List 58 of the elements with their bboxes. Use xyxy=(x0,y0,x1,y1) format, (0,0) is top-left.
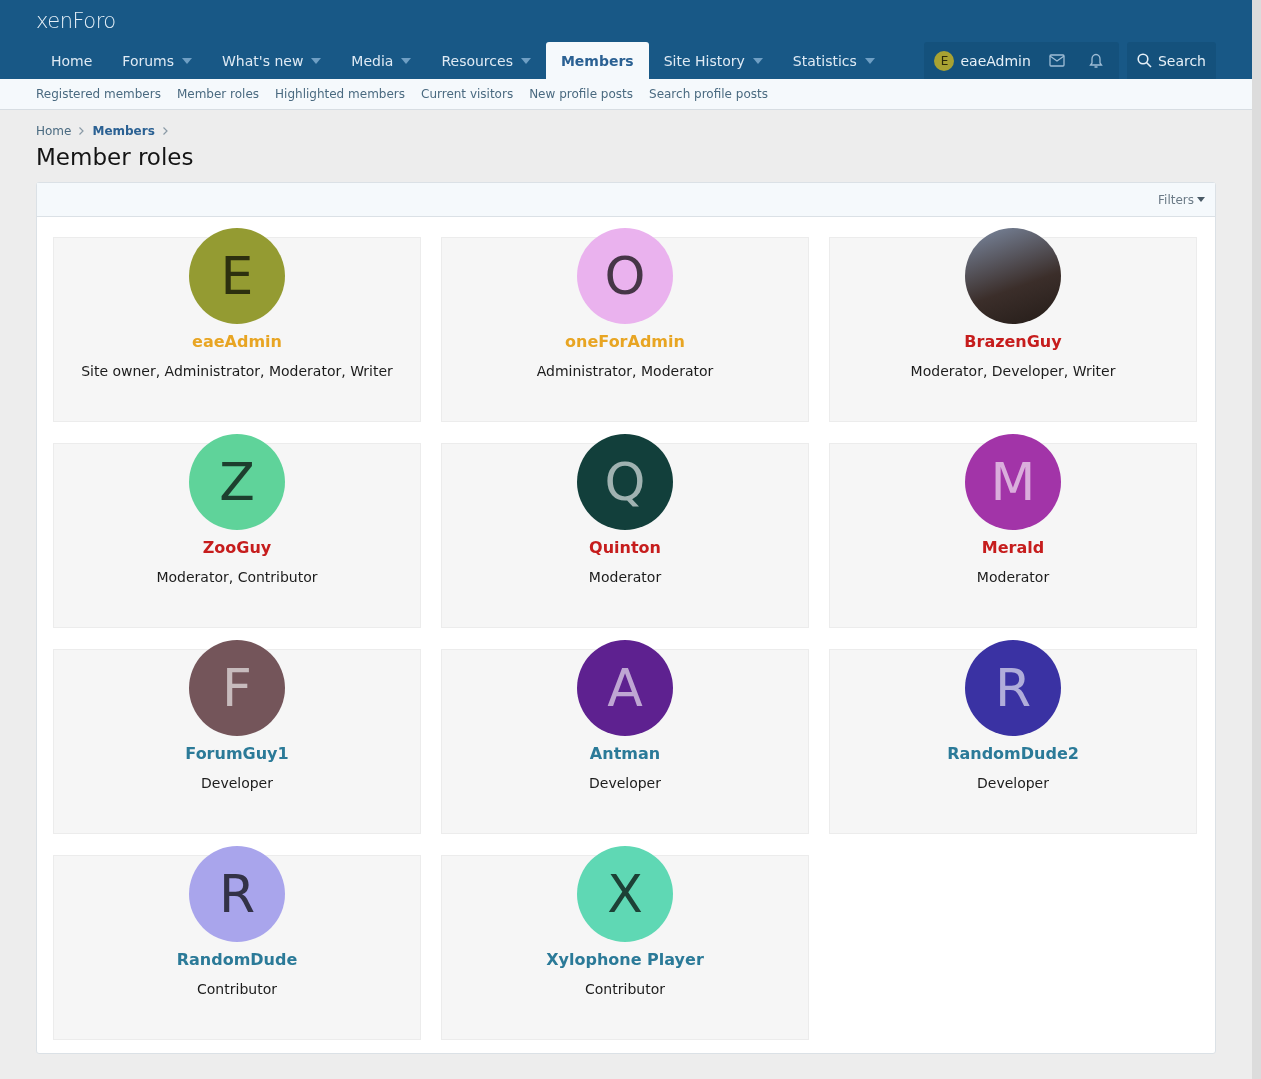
envelope-icon[interactable] xyxy=(1048,54,1065,67)
site-logo[interactable]: xenForo xyxy=(36,0,116,42)
nav-tab[interactable]: Site History xyxy=(648,42,778,79)
member-avatar[interactable]: R xyxy=(965,640,1061,736)
search-icon xyxy=(1136,53,1152,68)
member-name[interactable]: Quinton xyxy=(589,538,661,557)
member-avatar[interactable]: A xyxy=(577,640,673,736)
member-avatar[interactable]: M xyxy=(965,434,1061,530)
member-name[interactable]: Xylophone Player xyxy=(546,950,704,969)
member-roles: Developer xyxy=(589,775,661,791)
member-avatar[interactable]: R xyxy=(189,846,285,942)
member-roles: Contributor xyxy=(585,981,665,997)
search-button[interactable]: Search xyxy=(1126,42,1216,79)
subnav-link[interactable]: Registered members xyxy=(36,87,161,101)
member-roles: Moderator, Contributor xyxy=(156,569,318,585)
member-name[interactable]: BrazenGuy xyxy=(964,332,1062,351)
member-avatar[interactable]: Z xyxy=(189,434,285,530)
member-roles: Administrator, Moderator xyxy=(536,363,714,379)
member-avatar[interactable]: F xyxy=(189,640,285,736)
subnav-link[interactable]: Search profile posts xyxy=(649,87,768,101)
member-roles: Moderator xyxy=(976,569,1050,585)
member-name[interactable]: RandomDude2 xyxy=(947,744,1079,763)
member-name[interactable]: Antman xyxy=(589,744,661,763)
member-name[interactable]: Merald xyxy=(981,538,1045,557)
member-roles: Contributor xyxy=(197,981,277,997)
caret-icon xyxy=(1197,197,1205,202)
member-name[interactable]: ForumGuy1 xyxy=(185,744,289,763)
user-avatar: E xyxy=(934,50,955,71)
nav-tab[interactable]: Forums xyxy=(107,42,208,79)
subnav-link[interactable]: New profile posts xyxy=(529,87,633,101)
chevron-icon xyxy=(79,127,85,135)
account-link[interactable]: E eaeAdmin xyxy=(930,50,1035,71)
member-roles: Developer xyxy=(201,775,273,791)
breadcrumb-link[interactable]: Home xyxy=(36,124,72,138)
member-roles: Developer xyxy=(977,775,1049,791)
member-avatar[interactable]: Q xyxy=(577,434,673,530)
nav-tab[interactable]: Statistics xyxy=(777,42,890,79)
nav-tab[interactable]: Media xyxy=(336,42,427,79)
member-avatar[interactable]: O xyxy=(577,228,673,324)
filters-button[interactable]: Filters xyxy=(1158,192,1205,207)
subnav-link[interactable]: Highlighted members xyxy=(275,87,405,101)
member-avatar[interactable]: X xyxy=(577,846,673,942)
bell-icon[interactable] xyxy=(1088,52,1103,69)
nav-tab[interactable]: Home xyxy=(36,42,108,79)
member-roles: Site owner, Administrator, Moderator, Writer xyxy=(81,363,393,379)
subnav-link[interactable]: Member roles xyxy=(176,87,260,101)
page-title: Member roles xyxy=(36,144,195,170)
chevron-icon xyxy=(162,127,168,135)
subnav-link[interactable]: Current visitors xyxy=(421,87,514,101)
breadcrumb-link[interactable]: Members xyxy=(92,124,155,138)
member-roles: Moderator xyxy=(588,569,662,585)
member-name[interactable]: RandomDude xyxy=(176,950,298,969)
nav-tab[interactable]: Members xyxy=(545,42,649,79)
member-avatar[interactable]: E xyxy=(189,228,285,324)
nav-tab[interactable]: What's new xyxy=(207,42,337,79)
nav-tab[interactable]: Resources xyxy=(426,42,546,79)
member-roles: Moderator, Developer, Writer xyxy=(910,363,1116,379)
member-name[interactable]: ZooGuy xyxy=(202,538,272,557)
